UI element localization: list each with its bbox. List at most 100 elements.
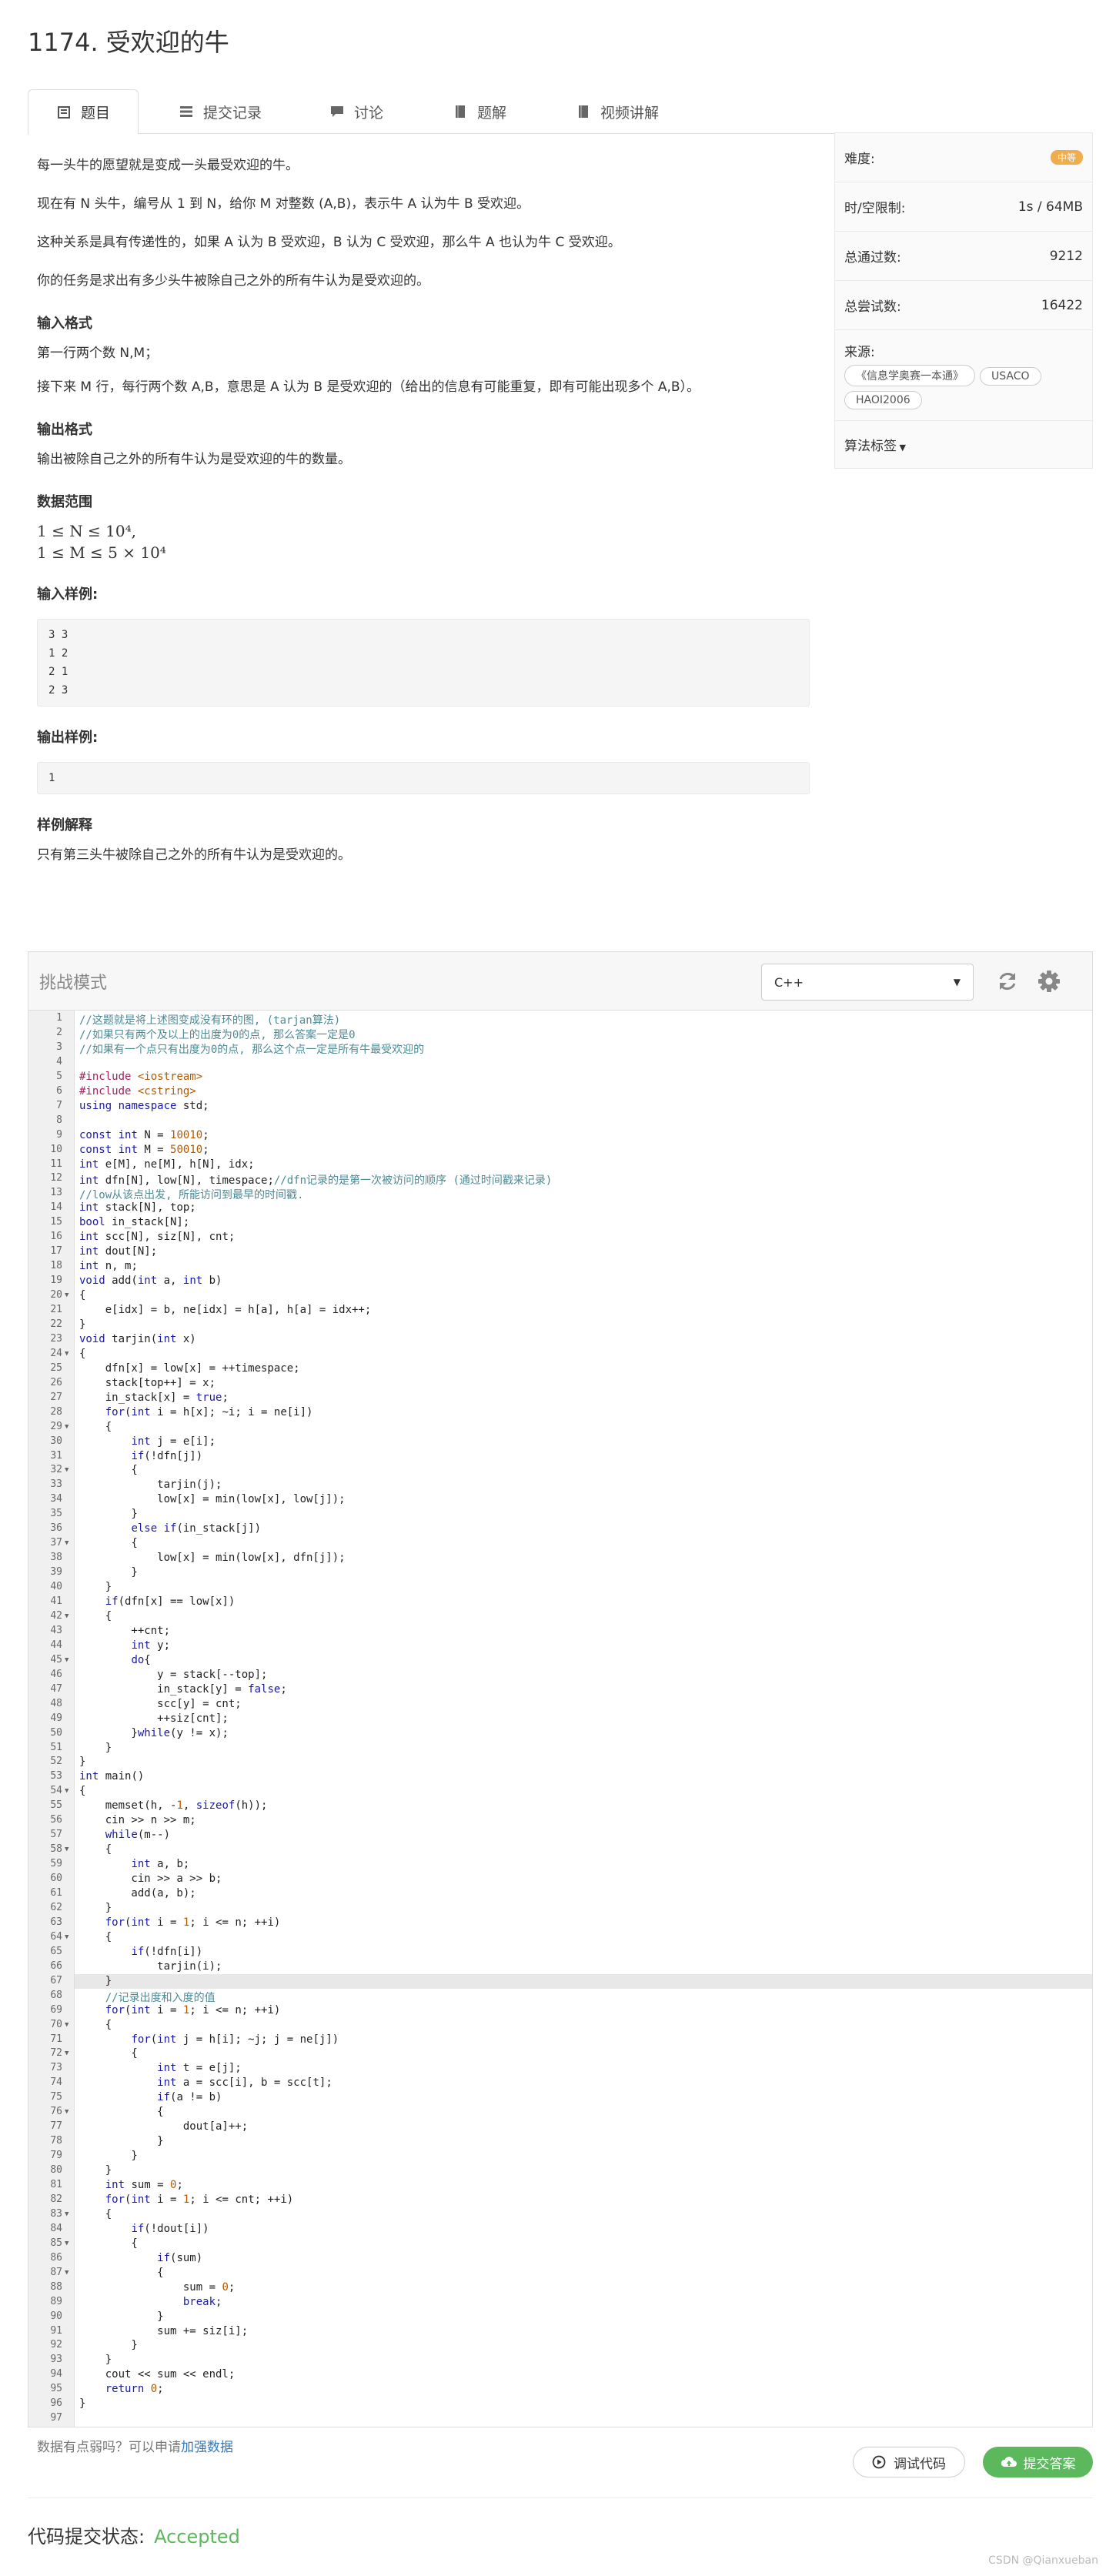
code-line[interactable]: dout[a]++; (79, 2120, 248, 2133)
code-line[interactable]: } (79, 2150, 137, 2162)
code-line[interactable]: //low从该点出发, 所能访问到最早的时间戳. (79, 1187, 303, 1202)
code-line[interactable]: e[idx] = b, ne[idx] = h[a], h[a] = idx++… (79, 1304, 372, 1316)
code-line[interactable]: int a, b; (79, 1858, 189, 1870)
tab-submissions[interactable]: 提交记录 (151, 89, 289, 134)
fold-toggle-icon[interactable]: ▼ (65, 2021, 68, 2029)
code-line[interactable]: { (79, 1289, 85, 1301)
code-line[interactable]: { (79, 1610, 112, 1622)
code-line[interactable]: break; (79, 2296, 222, 2308)
code-line[interactable]: { (79, 2267, 163, 2279)
code-line[interactable]: int t = e[j]; (79, 2062, 242, 2074)
code-line[interactable]: tarjin(j); (79, 1478, 222, 1491)
code-line[interactable]: //这题就是将上述图变成没有环的图, (tarjan算法) (79, 1012, 340, 1027)
code-line[interactable]: int stack[N], top; (79, 1201, 196, 1214)
fold-toggle-icon[interactable]: ▼ (65, 1423, 68, 1431)
source-tag[interactable]: HAOI2006 (844, 391, 922, 409)
code-line[interactable]: { (79, 1843, 112, 1856)
code-line[interactable]: int scc[N], siz[N], cnt; (79, 1231, 235, 1243)
source-tag[interactable]: 《信息学奥赛一本通》 (844, 365, 975, 386)
code-line[interactable]: tarjin(i); (79, 1960, 222, 1973)
code-line[interactable]: int sum = 0; (79, 2179, 183, 2191)
code-line[interactable]: } (79, 2339, 137, 2351)
code-line[interactable]: void tarjin(int x) (79, 1333, 196, 1345)
code-line[interactable]: y = stack[--top]; (79, 1669, 267, 1681)
debug-code-button[interactable]: 调试代码 (853, 2447, 965, 2477)
code-line[interactable]: } (79, 1742, 112, 1754)
code-line[interactable]: sum += siz[i]; (79, 2325, 248, 2337)
code-line[interactable]: for(int j = h[i]; ~j; j = ne[j]) (79, 2033, 339, 2046)
tab-video[interactable]: 视频讲解 (548, 89, 687, 134)
code-line[interactable]: } (79, 1975, 112, 1987)
code-line[interactable]: #include <cstring> (79, 1085, 196, 1098)
refresh-icon[interactable] (995, 969, 1020, 994)
fold-toggle-icon[interactable]: ▼ (65, 1350, 68, 1358)
code-line[interactable]: } (79, 2397, 85, 2410)
submit-answer-button[interactable]: 提交答案 (983, 2447, 1093, 2477)
code-line[interactable]: cin >> n >> m; (79, 1814, 196, 1826)
code-line[interactable]: } (79, 2310, 163, 2323)
tab-problem[interactable]: 题目 (28, 89, 139, 135)
code-line[interactable]: bool in_stack[N]; (79, 1216, 189, 1228)
code-line[interactable]: } (79, 1902, 112, 1914)
fold-toggle-icon[interactable]: ▼ (65, 1539, 68, 1547)
code-line[interactable]: int e[M], ne[M], h[N], idx; (79, 1158, 255, 1171)
code-line[interactable]: { (79, 2106, 163, 2118)
code-line[interactable]: void add(int a, int b) (79, 1275, 222, 1287)
fold-toggle-icon[interactable]: ▼ (65, 1787, 68, 1795)
code-line[interactable]: ++cnt; (79, 1625, 170, 1637)
fold-toggle-icon[interactable]: ▼ (65, 2050, 68, 2057)
fold-toggle-icon[interactable]: ▼ (65, 1612, 68, 1620)
code-line[interactable]: in_stack[x] = true; (79, 1392, 229, 1404)
code-line[interactable]: if(!dfn[i]) (79, 1946, 202, 1958)
code-line[interactable]: //记录出度和入度的值 (79, 1990, 216, 2005)
code-line[interactable]: } (79, 2164, 112, 2177)
code-line[interactable]: { (79, 1537, 137, 1549)
code-line[interactable]: else if(in_stack[j]) (79, 1522, 261, 1535)
code-line[interactable]: sum = 0; (79, 2281, 235, 2294)
code-line[interactable]: //如果有一个点只有出度为0的点, 那么这个点一定是所有牛最受欢迎的 (79, 1041, 424, 1057)
code-line[interactable]: add(a, b); (79, 1887, 195, 1899)
fold-toggle-icon[interactable]: ▼ (65, 1291, 68, 1299)
code-line[interactable]: int a = scc[i], b = scc[t]; (79, 2077, 332, 2089)
fold-toggle-icon[interactable]: ▼ (65, 1933, 68, 1941)
code-line[interactable]: int main() (79, 1770, 144, 1782)
code-line[interactable]: int j = e[i]; (79, 1435, 216, 1448)
language-select[interactable]: C++ ▼ (761, 964, 974, 1001)
code-line[interactable]: const int N = 10010; (79, 1129, 209, 1141)
strengthen-data-link[interactable]: 加强数据 (181, 2440, 233, 2455)
code-line[interactable]: { (79, 1464, 137, 1476)
code-area[interactable]: 1 //这题就是将上述图变成没有环的图, (tarjan算法) 2 //如果只有两个及… (28, 1011, 1092, 2427)
code-line[interactable]: if(a != b) (79, 2091, 222, 2103)
code-line[interactable]: } (79, 1318, 85, 1331)
code-line[interactable]: low[x] = min(low[x], low[j]); (79, 1493, 345, 1505)
code-line[interactable]: for(int i = 1; i <= cnt; ++i) (79, 2193, 293, 2206)
code-line[interactable]: low[x] = min(low[x], dfn[j]); (79, 1552, 345, 1564)
fold-toggle-icon[interactable]: ▼ (65, 1466, 68, 1474)
code-line[interactable]: int dfn[N], low[N], timespace;//dfn记录的是第… (79, 1172, 552, 1188)
code-line[interactable]: }while(y != x); (79, 1727, 228, 1739)
code-line[interactable]: cin >> a >> b; (79, 1873, 222, 1885)
code-line[interactable]: } (79, 2135, 163, 2147)
fold-toggle-icon[interactable]: ▼ (65, 2240, 68, 2247)
fold-toggle-icon[interactable]: ▼ (65, 1846, 68, 1853)
code-line[interactable]: { (79, 2047, 137, 2060)
code-line[interactable]: ++siz[cnt]; (79, 1712, 229, 1725)
code-line[interactable]: while(m--) (79, 1829, 170, 1841)
code-line[interactable]: #include <iostream> (79, 1071, 202, 1083)
code-line[interactable]: { (79, 2019, 112, 2031)
code-line[interactable]: for(int i = 1; i <= n; ++i) (79, 2004, 281, 2016)
code-line[interactable]: using namespace std; (79, 1100, 209, 1112)
code-line[interactable]: for(int i = 1; i <= n; ++i) (79, 1916, 281, 1929)
code-line[interactable]: in_stack[y] = false; (79, 1683, 287, 1696)
algorithm-tags-toggle[interactable]: 算法标签 ▼ (835, 421, 1092, 468)
source-tag[interactable]: USACO (980, 367, 1041, 386)
code-line[interactable]: { (79, 1785, 85, 1797)
code-line[interactable]: dfn[x] = low[x] = ++timespace; (79, 1362, 300, 1375)
code-line[interactable]: for(int i = h[x]; ~i; i = ne[i]) (79, 1406, 313, 1418)
code-line[interactable]: return 0; (79, 2383, 164, 2395)
code-line[interactable]: } (79, 1756, 85, 1768)
code-line[interactable]: int dout[N]; (79, 1245, 157, 1258)
code-line[interactable]: int n, m; (79, 1260, 138, 1272)
code-line[interactable]: { (79, 1421, 112, 1433)
code-line[interactable]: if(sum) (79, 2252, 202, 2264)
